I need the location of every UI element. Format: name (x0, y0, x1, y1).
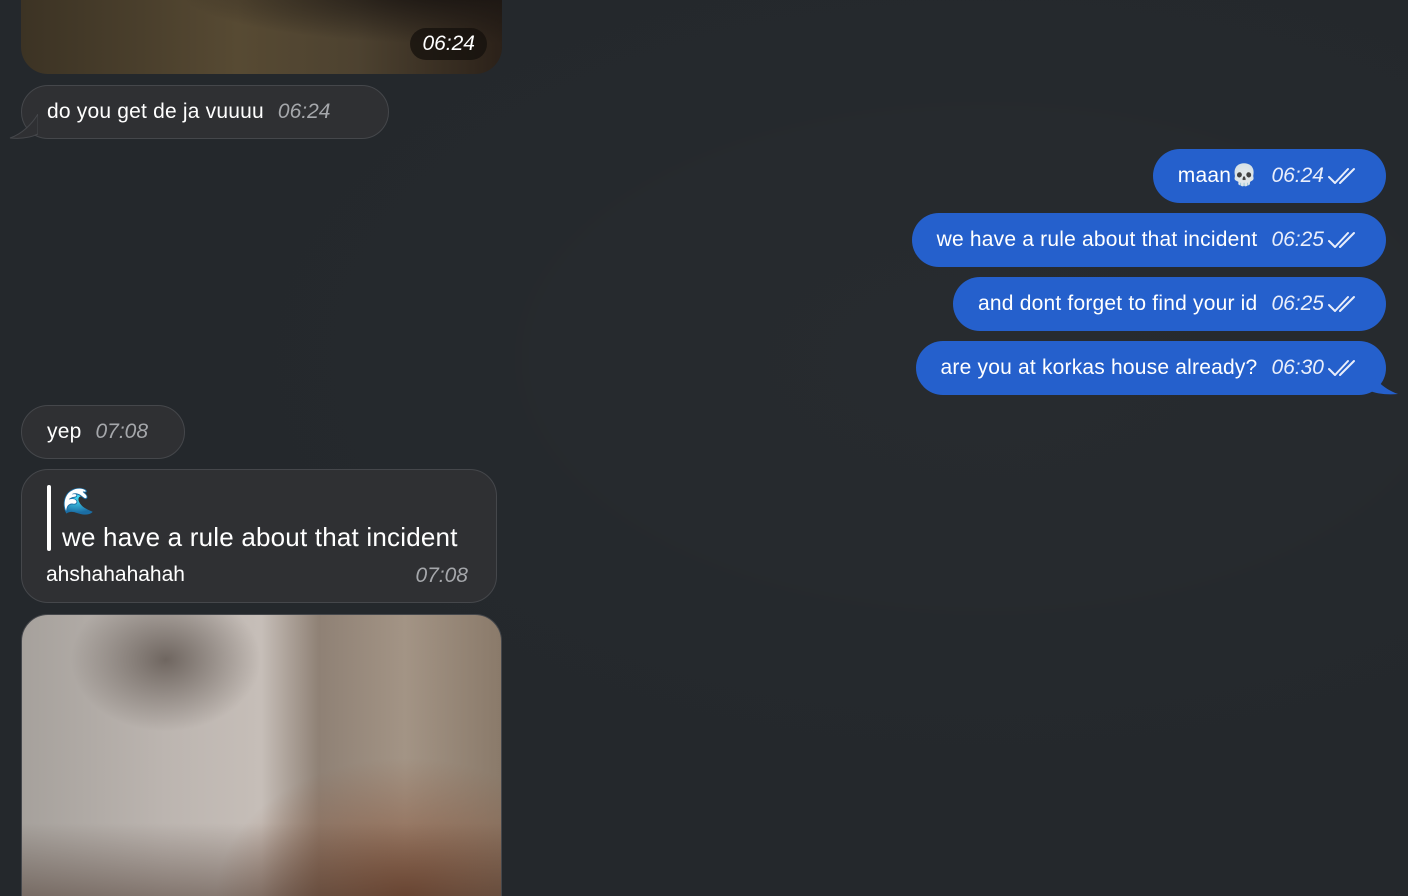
image-message-bottom[interactable] (21, 614, 502, 896)
message-time: 07:08 (95, 420, 149, 443)
message-time: 06:24 (277, 100, 331, 123)
image-message-top[interactable]: 06:24 (21, 0, 502, 74)
message-time: 06:30 (1271, 356, 1324, 379)
message-time: 06:24 (1271, 164, 1324, 187)
double-check-icon (1328, 360, 1355, 376)
message-text: we have a rule about that incident (936, 228, 1258, 251)
image-time: 06:24 (422, 32, 475, 55)
reply-quote-emoji: 🌊 (62, 486, 95, 516)
message-text: do you get de ja vuuuu (47, 100, 264, 123)
image-time-badge: 06:24 (410, 28, 487, 60)
reply-quote-bar (47, 485, 51, 551)
message-text: and dont forget to find your id (978, 292, 1258, 315)
double-check-icon (1328, 296, 1355, 312)
outgoing-message[interactable]: are you at korkas house already? 06:30 (915, 341, 1386, 395)
reply-quote-text: we have a rule about that incident (62, 522, 458, 552)
message-text: yep (47, 420, 82, 443)
incoming-message[interactable]: yep 07:08 (21, 405, 185, 459)
message-text: maan💀 (1177, 164, 1258, 187)
chat-area: 06:24 do you get de ja vuuuu 06:24 maan💀… (0, 0, 1408, 896)
incoming-message[interactable]: do you get de ja vuuuu 06:24 (21, 85, 389, 139)
message-text: ahshahahahah (46, 563, 185, 586)
outgoing-message[interactable]: we have a rule about that incident 06:25 (911, 213, 1386, 267)
message-time: 06:25 (1271, 228, 1324, 251)
double-check-icon (1328, 232, 1355, 248)
incoming-reply-message[interactable]: 🌊 we have a rule about that incident ahs… (21, 469, 497, 603)
bubble-tail-icon (9, 114, 38, 139)
message-text: are you at korkas house already? (940, 356, 1258, 379)
bubble-tail-icon (1368, 368, 1398, 395)
outgoing-message[interactable]: and dont forget to find your id 06:25 (953, 277, 1386, 331)
message-time: 06:25 (1271, 292, 1324, 315)
double-check-icon (1328, 168, 1355, 184)
message-time: 07:08 (415, 564, 468, 587)
image-shade (22, 823, 501, 896)
outgoing-message[interactable]: maan💀 06:24 (1152, 149, 1386, 203)
